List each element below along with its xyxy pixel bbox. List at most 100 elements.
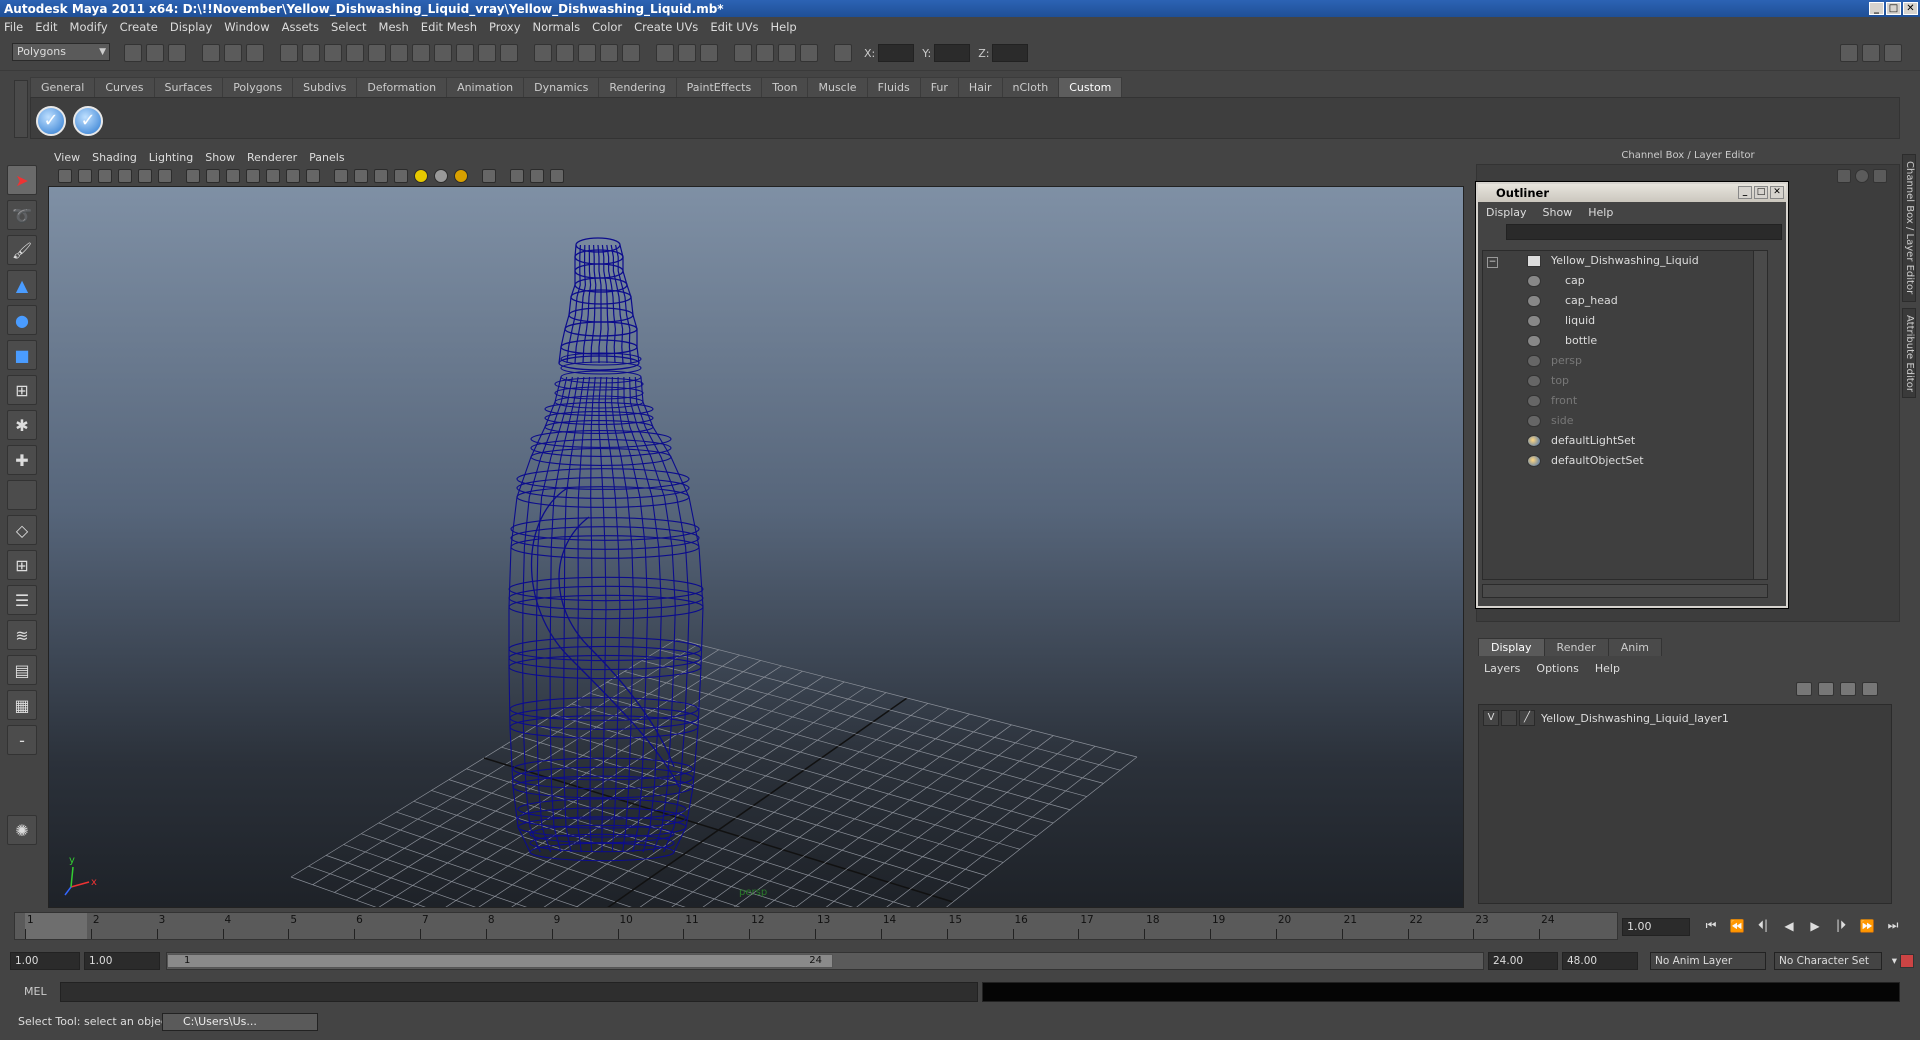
play-forwards-button[interactable]: ▶ xyxy=(1804,919,1826,933)
character-set-select[interactable]: No Character Set ▾ xyxy=(1774,952,1897,970)
outliner-item-top[interactable]: top xyxy=(1527,371,1569,391)
time-slider[interactable]: 1 2 3 4 5 6 7 8 9 10 11 12 13 14 15 16 17 18 19 20 21 22 23 24 xyxy=(14,912,1618,940)
move-layer-down-icon[interactable] xyxy=(1818,682,1834,696)
menu-edit-uvs[interactable]: Edit UVs xyxy=(710,20,758,34)
range-slider-handle[interactable]: 1 24 xyxy=(167,954,833,968)
last-tool-icon[interactable] xyxy=(7,480,37,510)
close-button[interactable]: ✕ xyxy=(1903,2,1918,15)
layer-row[interactable]: V ╱ Yellow_Dishwashing_Liquid_layer1 xyxy=(1483,709,1729,727)
select-rendering-icon[interactable] xyxy=(434,44,452,62)
command-language-toggle[interactable]: MEL xyxy=(18,982,58,1002)
outliner-item-front[interactable]: front xyxy=(1527,391,1577,411)
current-frame-field[interactable]: 1.00 xyxy=(1622,918,1690,936)
viewport-menu-view[interactable]: View xyxy=(54,151,80,164)
shelf-tab-toon[interactable]: Toon xyxy=(761,77,809,97)
rotate-tool-icon[interactable]: ● xyxy=(7,305,37,335)
custom-layout-icon[interactable]: ▦ xyxy=(7,690,37,720)
layer-visibility-toggle[interactable]: V xyxy=(1483,710,1499,726)
paint-select-tool-icon[interactable]: 🖌 xyxy=(7,235,37,265)
shelf-tab-surfaces[interactable]: Surfaces xyxy=(153,77,224,97)
outliner-filter-input[interactable] xyxy=(1506,224,1782,240)
shelf-tab-rendering[interactable]: Rendering xyxy=(598,77,677,97)
select-component-icon[interactable] xyxy=(246,44,264,62)
outliner-item-default-light-set[interactable]: defaultLightSet xyxy=(1527,431,1635,451)
checkmark-icon[interactable]: ✓ xyxy=(36,105,66,136)
channel-box-pin-icon[interactable] xyxy=(1873,169,1887,183)
shelf-tab-custom[interactable]: Custom xyxy=(1058,77,1123,97)
textured-icon[interactable] xyxy=(394,169,408,183)
step-back-frame-button[interactable]: ⏴| xyxy=(1752,918,1774,933)
use-all-lights-icon[interactable] xyxy=(414,169,428,183)
highlight-selection-icon[interactable] xyxy=(500,44,518,62)
select-handles-icon[interactable] xyxy=(302,44,320,62)
grease-pencil-icon[interactable] xyxy=(158,169,172,183)
shelf-tab-hair[interactable]: Hair xyxy=(957,77,1003,97)
range-slider[interactable]: 1 24 xyxy=(166,952,1484,970)
tab-channel-box[interactable]: Channel Box / Layer Editor xyxy=(1902,154,1916,302)
menu-edit[interactable]: Edit xyxy=(35,20,57,34)
new-layer-selected-icon[interactable] xyxy=(1862,682,1878,696)
tool-settings-toggle-icon[interactable] xyxy=(1862,44,1880,62)
layout-options-icon[interactable]: - xyxy=(7,725,37,755)
playback-end-field[interactable]: 24.00 xyxy=(1488,952,1558,970)
outliner-persp-layout-icon[interactable]: ☰ xyxy=(7,585,37,615)
select-misc-icon[interactable] xyxy=(456,44,474,62)
outliner-item-cap[interactable]: cap xyxy=(1527,271,1585,291)
select-object-icon[interactable] xyxy=(224,44,242,62)
wireframe-on-shaded-icon[interactable] xyxy=(374,169,388,183)
menu-edit-mesh[interactable]: Edit Mesh xyxy=(421,20,477,34)
step-back-key-button[interactable]: ⏪ xyxy=(1726,919,1748,933)
render-frame-icon[interactable] xyxy=(756,44,774,62)
shelf-menu-handle[interactable] xyxy=(14,80,28,138)
playback-start-field[interactable]: 1.00 xyxy=(84,952,160,970)
select-surfaces-icon[interactable] xyxy=(368,44,386,62)
layer-tab-anim[interactable]: Anim xyxy=(1607,638,1662,656)
lock-selection-icon[interactable] xyxy=(478,44,496,62)
ipr-render-icon[interactable] xyxy=(778,44,796,62)
safe-action-icon[interactable] xyxy=(286,169,300,183)
menu-create[interactable]: Create xyxy=(120,20,158,34)
channel-box-display-icon[interactable] xyxy=(1855,169,1869,183)
viewport-menu-lighting[interactable]: Lighting xyxy=(149,151,193,164)
lasso-tool-icon[interactable]: ➰ xyxy=(7,200,37,230)
select-tool-icon[interactable]: ➤ xyxy=(7,165,37,195)
menu-select[interactable]: Select xyxy=(331,20,366,34)
output-ops-icon[interactable] xyxy=(678,44,696,62)
outliner-menu-show[interactable]: Show xyxy=(1543,206,1573,219)
maximize-button[interactable]: □ xyxy=(1754,186,1768,199)
xray-joints-icon[interactable] xyxy=(530,169,544,183)
shelf-tab-fluids[interactable]: Fluids xyxy=(866,77,921,97)
minimize-button[interactable]: _ xyxy=(1738,186,1752,199)
outliner-item-side[interactable]: side xyxy=(1527,411,1574,431)
isolate-select-icon[interactable] xyxy=(482,169,496,183)
absolute-transform-icon[interactable] xyxy=(834,44,852,62)
outliner-menu-display[interactable]: Display xyxy=(1486,206,1527,219)
layer-color-swatch[interactable]: ╱ xyxy=(1519,710,1535,726)
outliner-item-persp[interactable]: persp xyxy=(1527,351,1582,371)
checkmark-icon[interactable]: ✓ xyxy=(73,105,103,136)
command-line-input[interactable] xyxy=(60,982,978,1002)
channel-box-key-icon[interactable] xyxy=(1837,169,1851,183)
smooth-shade-icon[interactable] xyxy=(354,169,368,183)
shelf-tab-general[interactable]: General xyxy=(30,77,96,97)
select-camera-icon[interactable] xyxy=(58,169,72,183)
y-input[interactable] xyxy=(934,44,971,62)
menu-display[interactable]: Display xyxy=(170,20,212,34)
mask-icon[interactable] xyxy=(280,44,298,62)
shelf-tab-fur[interactable]: Fur xyxy=(919,77,959,97)
input-ops-icon[interactable] xyxy=(656,44,674,62)
select-joints-icon[interactable] xyxy=(324,44,342,62)
menu-mesh[interactable]: Mesh xyxy=(379,20,409,34)
film-gate-icon[interactable] xyxy=(206,169,220,183)
field-chart-icon[interactable] xyxy=(266,169,280,183)
render-view-icon[interactable] xyxy=(734,44,752,62)
menu-file[interactable]: File xyxy=(4,20,23,34)
two-d-pan-zoom-icon[interactable] xyxy=(138,169,152,183)
menu-help[interactable]: Help xyxy=(771,20,797,34)
x-input[interactable] xyxy=(878,44,915,62)
outliner-title-bar[interactable]: Outliner _ □ ✕ xyxy=(1478,184,1786,202)
xray-icon[interactable] xyxy=(510,169,524,183)
outliner-item-bottle[interactable]: bottle xyxy=(1527,331,1597,351)
four-view-layout-icon[interactable]: ⊞ xyxy=(7,550,37,580)
shelf-tab-curves[interactable]: Curves xyxy=(94,77,155,97)
